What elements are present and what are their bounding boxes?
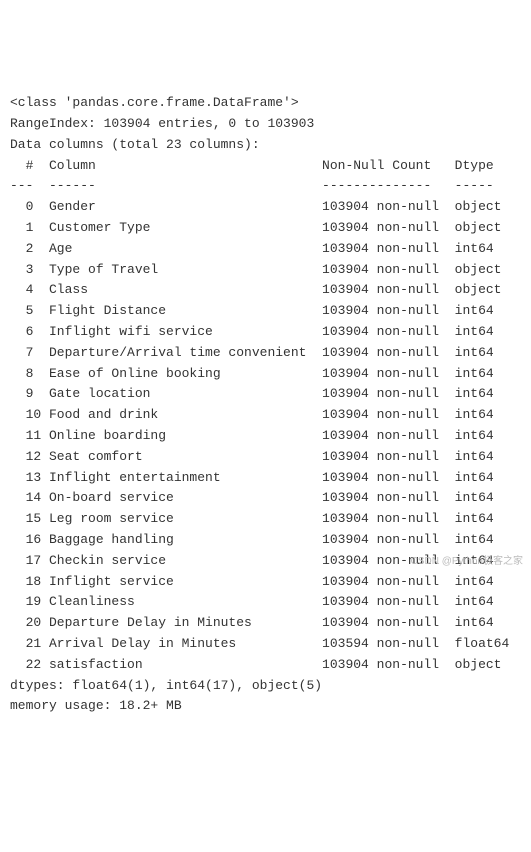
- data-columns: Data columns (total 23 columns):: [10, 137, 260, 152]
- range-index: RangeIndex: 103904 entries, 0 to 103903: [10, 116, 314, 131]
- memory-usage: memory usage: 18.2+ MB: [10, 698, 182, 713]
- dtypes-summary: dtypes: float64(1), int64(17), object(5): [10, 678, 322, 693]
- table-separator: --- ------ -------------- -----: [10, 178, 494, 193]
- table-header: # Column Non-Null Count Dtype: [10, 158, 494, 173]
- class-line: <class 'pandas.core.frame.DataFrame'>: [10, 95, 299, 110]
- df-info-output: <class 'pandas.core.frame.DataFrame'> Ra…: [10, 93, 521, 717]
- watermark: CSDN @Python极客之家: [411, 554, 523, 570]
- table-body: 0 Gender 103904 non-null object 1 Custom…: [10, 199, 509, 672]
